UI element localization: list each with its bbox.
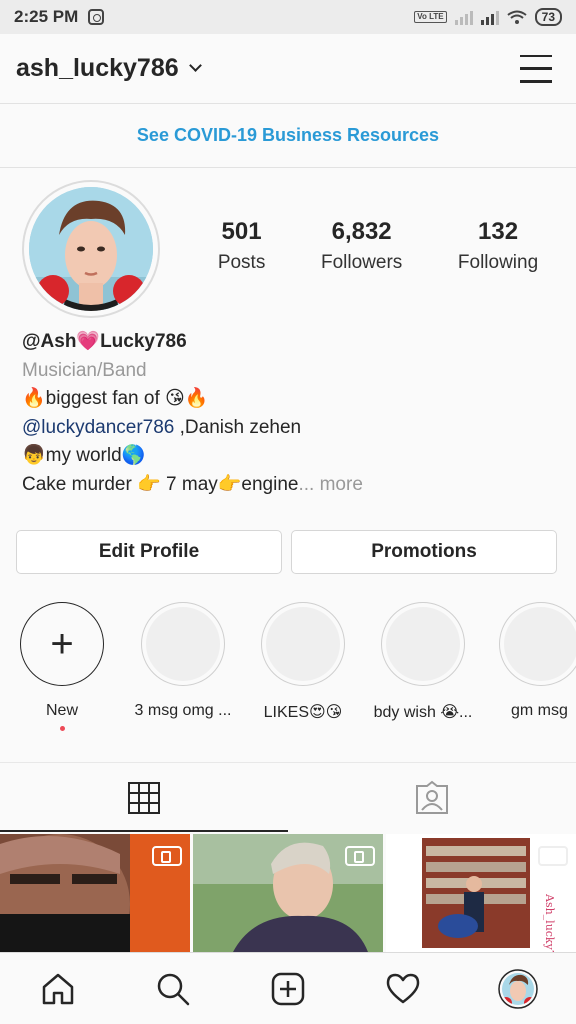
highlight-label: 3 msg omg ... [134,702,232,719]
tab-tagged[interactable] [288,763,576,832]
svg-text:Ash_lucky786: Ash_lucky786 [543,893,556,952]
bio-line: 👦my world🌎 [22,445,146,466]
grid-icon [128,781,160,814]
profile-avatar-ring[interactable] [22,180,160,318]
video-icon [345,846,375,866]
notification-dot [59,726,65,731]
edit-profile-button[interactable]: Edit Profile [16,530,282,574]
profile-avatar [498,968,539,1009]
highlight-item[interactable]: 3 msg omg ... [133,602,233,720]
highlight-label: New [45,702,78,719]
plus-icon: + [50,622,74,666]
stat-label: Followers [320,252,403,273]
post-thumbnail[interactable] [193,834,383,952]
stat-value: 501 [221,218,262,245]
search-icon [157,973,190,1005]
instagram-icon [88,9,105,25]
chevron-down-icon[interactable] [188,59,202,72]
post-thumbnail[interactable] [0,834,190,952]
volte-badge: Vo LTE [414,11,447,23]
post-grid: Ash_lucky786 [0,834,576,952]
status-time: 2:25 PM [14,7,79,26]
bio-more-link[interactable]: ... more [298,474,362,495]
signal-icon [480,9,499,25]
bio-text: Cake murder 👉 7 may👉engine [22,473,299,495]
profile-tabs [0,762,576,832]
highlight-label: bdy wish 😭... [373,704,473,721]
stat-posts[interactable]: 501 Posts [218,218,266,274]
profile-avatar [29,187,153,311]
home-icon [42,973,73,1004]
battery-icon: 73 [534,8,562,26]
profile-header: ash_lucky786 [0,34,576,104]
signal-icon [454,9,473,25]
stat-label: Posts [217,252,266,273]
bio-line: Cake murder 👉 7 may👉engine... more [22,471,562,500]
highlight-new[interactable]: + New [12,602,112,731]
status-bar: 2:25 PM Vo LTE 73 [0,0,576,34]
highlight-ring [141,602,225,686]
stat-value: 132 [478,218,519,245]
highlight-label: gm msg [511,702,568,719]
wifi-icon [507,10,527,24]
video-icon [538,846,568,866]
bottom-nav [0,952,576,1024]
nav-activity[interactable] [375,961,431,1017]
stat-followers[interactable]: 6,832 Followers [321,218,402,274]
nav-home[interactable] [30,961,86,1017]
stat-value: 6,832 [331,218,392,245]
stat-label: Following [457,252,539,273]
post-thumbnail[interactable]: Ash_lucky786 [386,834,576,952]
tagged-icon [416,780,448,814]
new-post-icon [271,972,305,1005]
covid-resources-link[interactable]: See COVID-19 Business Resources [0,104,576,168]
nav-profile[interactable] [490,961,546,1017]
nav-new-post[interactable] [260,961,316,1017]
bio-mention-link[interactable]: @luckydancer786 [22,417,174,438]
bio-name: @Ash💗Lucky786 [22,331,187,352]
video-icon [152,846,182,866]
bio-line: 🔥biggest fan of 😘🔥 [22,388,209,409]
highlight-ring [381,602,465,686]
username[interactable]: ash_lucky786 [16,54,179,83]
profile-bio: @Ash💗Lucky786 Musician/Band 🔥biggest fan… [22,328,562,499]
bio-category: Musician/Band [22,359,147,381]
highlight-item[interactable]: bdy wish 😭... [373,602,473,722]
highlight-ring [499,602,576,686]
stat-following[interactable]: 132 Following [458,218,538,274]
highlight-ring: + [20,602,104,686]
status-icons: Vo LTE 73 [414,8,562,26]
heart-icon [386,973,420,1003]
bio-text: ,Danish zehen [174,416,302,438]
highlight-item[interactable]: LIKES😍😘 [253,602,353,722]
bio-line: @luckydancer786 ,Danish zehen [22,414,562,443]
highlight-ring [261,602,345,686]
promotions-button[interactable]: Promotions [291,530,557,574]
highlight-label: LIKES😍😘 [263,704,343,721]
nav-search[interactable] [145,961,201,1017]
hamburger-menu-icon[interactable] [520,54,552,83]
highlight-item[interactable]: gm msg [493,602,576,720]
profile-stats: 501 Posts 6,832 Followers 132 Following [190,218,566,274]
tab-grid[interactable] [0,763,288,832]
